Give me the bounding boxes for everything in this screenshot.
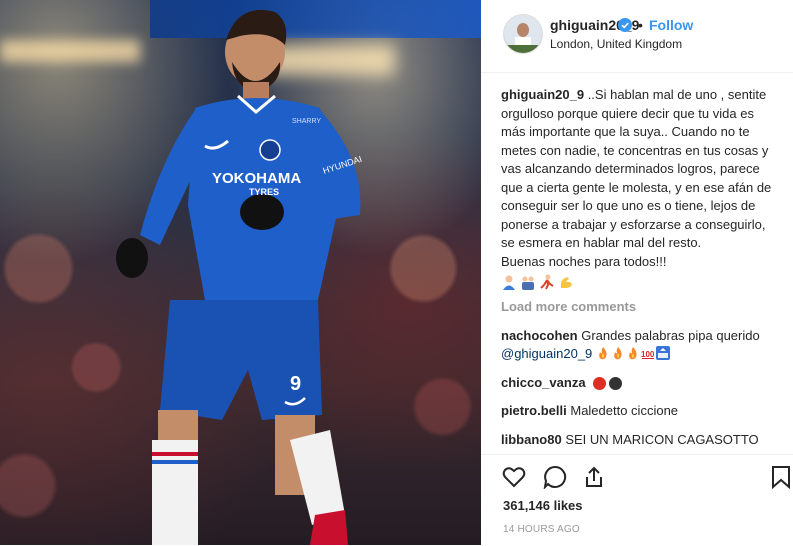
follow-button[interactable]: Follow bbox=[649, 17, 693, 33]
sponsor-text: YOKOHAMA bbox=[212, 170, 301, 187]
share-icon[interactable] bbox=[582, 465, 606, 489]
caption-emojis bbox=[501, 274, 781, 290]
comment-item: pietro.belli Maledetto ciccione bbox=[501, 402, 781, 421]
post-header: ghiguain20_9 • Follow London, United Kin… bbox=[481, 0, 793, 73]
post-actions: 361,146 likes 14 HOURS AGO bbox=[481, 454, 793, 546]
comments-list[interactable]: ghiguain20_9 ..Si hablan mal de uno , se… bbox=[501, 86, 781, 454]
comment-username[interactable]: chicco_vanza bbox=[501, 375, 586, 390]
comment-text: Grandes palabras pipa querido bbox=[581, 327, 760, 343]
family-emoji bbox=[522, 276, 534, 290]
caption-username[interactable]: ghiguain20_9 bbox=[501, 87, 584, 102]
avatar[interactable] bbox=[503, 14, 543, 54]
post-location[interactable]: London, United Kingdom bbox=[550, 37, 682, 51]
fire-emoji bbox=[614, 347, 622, 360]
comment-username[interactable]: pietro.belli bbox=[501, 403, 567, 418]
comment-icon[interactable] bbox=[543, 465, 567, 489]
person-emoji bbox=[503, 275, 515, 290]
sponsor-subtext: TYRES bbox=[249, 187, 279, 197]
post-side-panel: ghiguain20_9 • Follow London, United Kin… bbox=[481, 0, 793, 546]
top-emoji bbox=[655, 346, 670, 360]
hundred-emoji: 100 bbox=[641, 350, 655, 359]
comment-item: libbano80 SEI UN MARICON CAGASOTTO bbox=[501, 431, 781, 450]
flexed-biceps-emoji bbox=[560, 277, 572, 288]
caption: ghiguain20_9 ..Si hablan mal de uno , se… bbox=[501, 86, 781, 271]
heart-icon[interactable] bbox=[502, 465, 526, 489]
comment-mention[interactable]: @ghiguain20_9 bbox=[501, 346, 592, 361]
maker-text: SHARRY bbox=[292, 118, 321, 125]
runner-emoji bbox=[540, 274, 554, 290]
red-circle-emoji bbox=[593, 376, 607, 390]
likes-count[interactable]: 361,146 likes bbox=[503, 498, 583, 513]
fire-emoji bbox=[599, 347, 607, 360]
verified-badge-icon bbox=[618, 18, 632, 32]
shorts-number: 9 bbox=[290, 373, 301, 395]
load-more-comments-button[interactable]: Load more comments bbox=[501, 298, 781, 317]
post-timestamp[interactable]: 14 HOURS AGO bbox=[503, 524, 580, 535]
comment-text: SEI UN MARICON CAGASOTTO bbox=[565, 431, 759, 447]
avatar-image bbox=[504, 15, 542, 53]
comment-text: Maledetto ciccione bbox=[570, 403, 679, 418]
comment-username[interactable]: libbano80 bbox=[501, 432, 562, 447]
bookmark-icon[interactable] bbox=[769, 465, 793, 489]
football-player: YOKOHAMA TYRES HYUNDAI SHARRY 9 bbox=[116, 9, 363, 545]
post-photo[interactable]: YOKOHAMA TYRES HYUNDAI SHARRY 9 bbox=[0, 0, 481, 545]
svg-text:100: 100 bbox=[641, 350, 655, 359]
comment-emojis bbox=[593, 376, 623, 390]
black-circle-emoji bbox=[609, 376, 623, 390]
comment-item: nachocohen Grandes palabras pipa querido… bbox=[501, 327, 781, 364]
fire-emoji bbox=[629, 347, 637, 360]
caption-text: ..Si hablan mal de uno , sentite orgullo… bbox=[501, 87, 772, 269]
separator-dot: • bbox=[638, 17, 643, 33]
comment-username[interactable]: nachocohen bbox=[501, 328, 578, 343]
comment-item: chicco_vanza bbox=[501, 374, 781, 393]
